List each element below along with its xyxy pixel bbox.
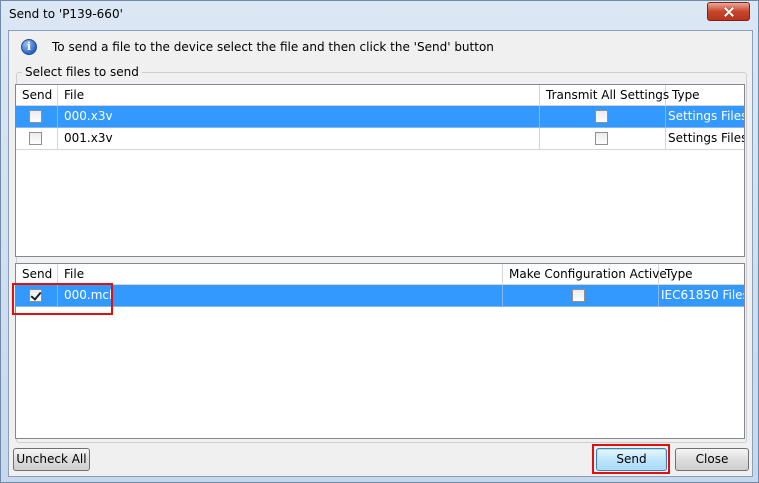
- make-active-cell: [503, 285, 659, 307]
- transmit-cell: [540, 128, 666, 150]
- make-configuration-active-checkbox[interactable]: [572, 289, 585, 302]
- title-bar[interactable]: Send to 'P139-660': [1, 1, 758, 29]
- configuration-files-grid[interactable]: Send File Make Configuration Active Type…: [15, 263, 745, 439]
- uncheck-all-button[interactable]: Uncheck All: [13, 448, 90, 471]
- send-button[interactable]: Send: [596, 448, 667, 471]
- file-cell: 000.mcl: [58, 285, 503, 307]
- send-checkbox[interactable]: [29, 110, 42, 123]
- grid-header: Send File Make Configuration Active Type: [16, 264, 744, 285]
- column-header-send[interactable]: Send: [16, 264, 58, 285]
- table-row[interactable]: 000.mcl IEC61850 Files: [16, 285, 744, 307]
- window-title: Send to 'P139-660': [9, 7, 123, 21]
- grid-header: Send File Transmit All Settings Type: [16, 85, 744, 106]
- column-header-transmit-all-settings[interactable]: Transmit All Settings: [540, 85, 669, 106]
- file-cell: 000.x3v: [58, 106, 540, 128]
- uncheck-all-label: Uncheck All: [16, 452, 87, 466]
- table-row[interactable]: 001.x3v Settings Files: [16, 128, 744, 150]
- close-button[interactable]: Close: [675, 448, 749, 471]
- type-cell: IEC61850 Files: [659, 285, 744, 307]
- table-row[interactable]: 000.x3v Settings Files: [16, 106, 744, 128]
- info-row: i To send a file to the device select th…: [17, 38, 737, 56]
- send-dialog: Send to 'P139-660' i To send a file to t…: [0, 0, 759, 483]
- settings-files-grid[interactable]: Send File Transmit All Settings Type 000…: [15, 84, 745, 257]
- column-header-type[interactable]: Type: [659, 264, 744, 285]
- send-checkbox[interactable]: [29, 289, 42, 302]
- transmit-cell: [540, 106, 666, 128]
- info-text: To send a file to the device select the …: [52, 40, 494, 54]
- transmit-all-settings-checkbox[interactable]: [595, 132, 608, 145]
- transmit-all-settings-checkbox[interactable]: [595, 110, 608, 123]
- send-label: Send: [616, 452, 647, 466]
- close-window-icon[interactable]: [707, 2, 750, 21]
- close-label: Close: [695, 452, 729, 466]
- group-label: Select files to send: [22, 65, 142, 79]
- column-header-type[interactable]: Type: [666, 85, 744, 106]
- send-cell: [16, 128, 58, 150]
- send-cell: [16, 106, 58, 128]
- info-icon: i: [21, 39, 37, 55]
- column-header-make-configuration-active[interactable]: Make Configuration Active: [503, 264, 667, 285]
- send-cell: [16, 285, 58, 307]
- send-checkbox[interactable]: [29, 132, 42, 145]
- column-header-file[interactable]: File: [58, 85, 540, 106]
- file-cell: 001.x3v: [58, 128, 540, 150]
- column-header-send[interactable]: Send: [16, 85, 58, 106]
- column-header-file[interactable]: File: [58, 264, 503, 285]
- type-cell: Settings Files: [666, 128, 744, 150]
- type-cell: Settings Files: [666, 106, 744, 128]
